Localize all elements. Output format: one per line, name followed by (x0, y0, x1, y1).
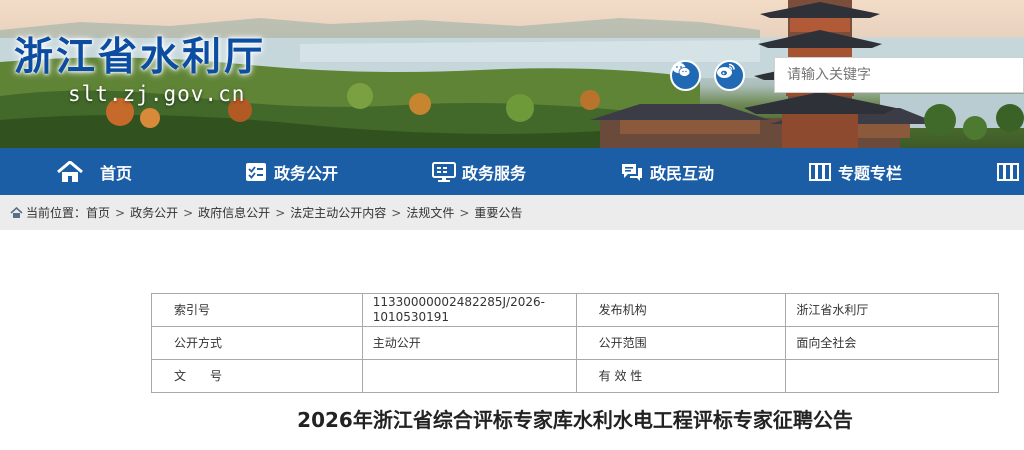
search-input[interactable] (774, 57, 1024, 93)
docno-label: 文 号 (151, 359, 363, 393)
index-label: 索引号 (151, 293, 363, 327)
validity-value (785, 359, 999, 393)
nav-item-home[interactable]: 首页 (56, 148, 132, 195)
weibo-icon[interactable] (714, 60, 745, 91)
table-row: 文 号 有 效 性 (151, 359, 999, 393)
nav-item-gov-service[interactable]: 政务服务 (432, 148, 526, 195)
validity-label: 有 效 性 (575, 359, 787, 393)
publisher-label: 发布机构 (575, 293, 787, 327)
breadcrumb-separator: > (459, 205, 470, 220)
method-label: 公开方式 (151, 326, 363, 360)
breadcrumb: 当前位置： 首页 > 政务公开 > 政府信息公开 > 法定主动公开内容 > 法规… (0, 195, 1024, 230)
book-icon (996, 161, 1020, 183)
breadcrumb-item-gov-affairs[interactable]: 政务公开 (130, 204, 178, 221)
table-row: 公开方式 主动公开 公开范围 面向全社会 (151, 326, 999, 360)
breadcrumb-item-announcements[interactable]: 重要公告 (474, 204, 522, 221)
document-meta-table: 索引号 11330000002482285J/2026-1010530191 发… (151, 293, 999, 393)
site-domain: slt.zj.gov.cn (68, 82, 246, 106)
table-row: 索引号 11330000002482285J/2026-1010530191 发… (151, 293, 999, 327)
site-title: 浙江省水利厅 (14, 35, 267, 80)
house-icon (10, 206, 23, 219)
scope-label: 公开范围 (575, 326, 787, 360)
nav-label-home: 首页 (100, 163, 133, 183)
header-banner: 浙江省水利厅 slt.zj.gov.cn (0, 0, 1024, 148)
nav-label-gov-affairs: 政务公开 (274, 163, 339, 183)
scope-value: 面向全社会 (785, 326, 999, 360)
main-nav: 首页 政务公开 政务服务 政民互动 专题专栏 (0, 148, 1024, 195)
nav-label-interaction: 政民互动 (650, 163, 715, 183)
nav-label-special-topics: 专题专栏 (838, 163, 903, 183)
breadcrumb-prefix: 当前位置： (26, 206, 87, 220)
nav-item-more[interactable] (996, 148, 1024, 195)
nav-item-special-topics[interactable]: 专题专栏 (808, 148, 902, 195)
docno-value (361, 359, 577, 393)
wechat-icon[interactable] (670, 60, 701, 91)
monitor-icon (432, 161, 456, 183)
breadcrumb-separator: > (183, 205, 194, 220)
breadcrumb-item-home[interactable]: 首页 (86, 204, 110, 221)
nav-item-interaction[interactable]: 政民互动 (620, 148, 714, 195)
index-value: 11330000002482285J/2026-1010530191 (361, 293, 577, 327)
nav-label-gov-service: 政务服务 (462, 163, 527, 183)
chat-icon (620, 161, 644, 183)
publisher-value: 浙江省水利厅 (785, 293, 999, 327)
nav-item-gov-affairs[interactable]: 政务公开 (244, 148, 338, 195)
breadcrumb-item-regulations[interactable]: 法规文件 (406, 204, 454, 221)
breadcrumb-separator: > (115, 205, 126, 220)
book-icon (808, 161, 832, 183)
method-value: 主动公开 (361, 326, 577, 360)
breadcrumb-separator: > (275, 205, 286, 220)
checklist-icon (244, 161, 268, 183)
breadcrumb-item-gov-info[interactable]: 政府信息公开 (198, 204, 270, 221)
breadcrumb-item-statutory[interactable]: 法定主动公开内容 (290, 204, 386, 221)
breadcrumb-separator: > (391, 205, 402, 220)
article-title: 2026年浙江省综合评标专家库水利水电工程评标专家征聘公告 (297, 408, 853, 432)
home-icon (56, 160, 84, 183)
